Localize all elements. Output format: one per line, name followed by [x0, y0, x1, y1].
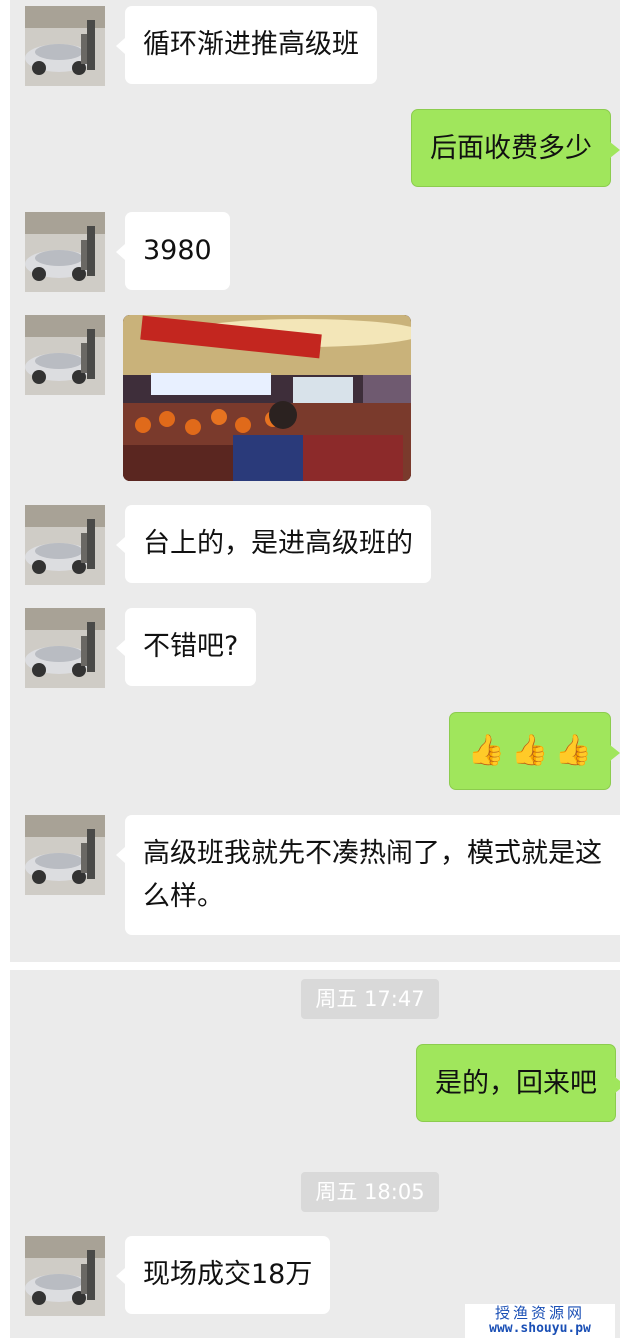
thumbs-up-icon: 👍: [467, 733, 506, 768]
avatar[interactable]: [25, 212, 105, 292]
avatar[interactable]: [25, 815, 105, 895]
chat-panel-upper: 循环渐进推高级班 后面收费多少 3980 台上的，是进高级班的 不错吧? 👍 👍…: [10, 0, 620, 962]
watermark-url: www.shouyu.pw: [489, 1321, 591, 1336]
message-bubble-received[interactable]: 循环渐进推高级班: [116, 6, 377, 84]
message-bubble-received[interactable]: 高级班我就先不凑热闹了，模式就是这么样。: [116, 815, 620, 935]
chat-panel-lower: 周五 17:47 是的，回来吧 周五 18:05 现场成交18万: [10, 970, 620, 1338]
message-bubble-received[interactable]: 3980: [116, 212, 230, 290]
message-bubble-received[interactable]: 现场成交18万: [115, 1236, 331, 1314]
message-bubble-sent[interactable]: 后面收费多少: [411, 109, 620, 187]
message-bubble-sent-emoji[interactable]: 👍 👍 👍: [448, 712, 620, 790]
image-message[interactable]: [123, 315, 411, 481]
watermark-site-name: 授渔资源网: [494, 1304, 585, 1322]
avatar[interactable]: [25, 505, 105, 585]
timestamp: 周五 18:05: [301, 1172, 439, 1212]
avatar[interactable]: [25, 315, 105, 395]
thumbs-up-icon: 👍: [554, 733, 592, 768]
message-bubble-received[interactable]: 台上的，是进高级班的: [116, 505, 431, 583]
avatar[interactable]: [25, 6, 105, 86]
thumbs-up-icon: 👍: [511, 733, 549, 768]
message-bubble-sent[interactable]: 是的，回来吧: [416, 1044, 620, 1122]
avatar[interactable]: [25, 608, 105, 688]
watermark: 授渔资源网 www.shouyu.pw: [465, 1304, 615, 1338]
timestamp: 周五 17:47: [301, 979, 439, 1019]
message-bubble-received[interactable]: 不错吧?: [115, 608, 257, 686]
avatar[interactable]: [25, 1236, 105, 1316]
conference-photo: [123, 315, 411, 481]
